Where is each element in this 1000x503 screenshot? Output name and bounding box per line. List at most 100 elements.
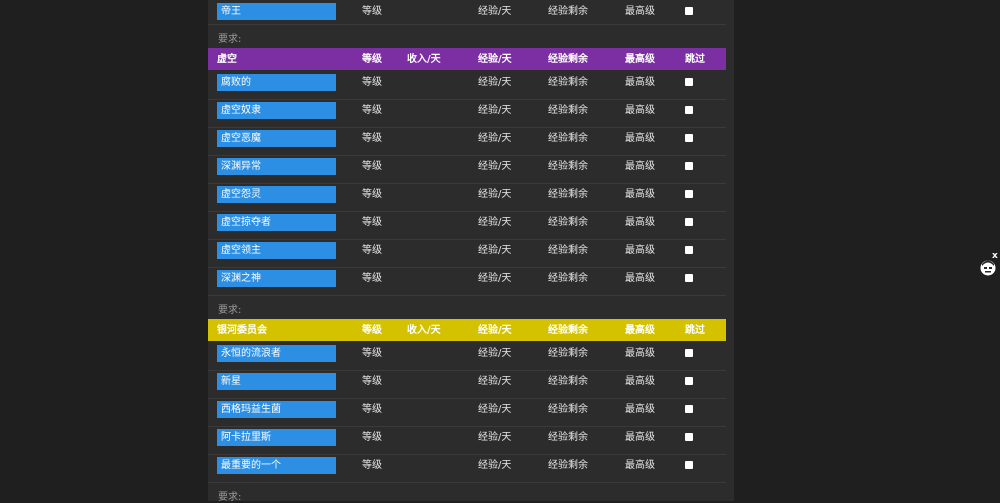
row-name-chip[interactable]: 虚空领主 — [217, 242, 336, 259]
section-header-galactic-council: 银河委员会 等级 收入/天 经验/天 经验剩余 最高级 跳过 — [208, 319, 726, 341]
row-exp-per-day: 经验/天 — [478, 6, 512, 17]
skip-checkbox[interactable] — [685, 405, 693, 413]
row-name-chip[interactable]: 深渊异常 — [217, 158, 336, 175]
row-exp-remaining: 经验剩余 — [548, 376, 588, 387]
table-row: 西格玛益生菌 等级 经验/天 经验剩余 最高级 — [208, 398, 726, 427]
table-row: 深渊异常 等级 经验/天 经验剩余 最高级 — [208, 155, 726, 184]
row-level: 等级 — [362, 133, 382, 144]
row-exp-remaining: 经验剩余 — [548, 189, 588, 200]
row-name-chip[interactable]: 虚空掠夺者 — [217, 214, 336, 231]
skip-checkbox[interactable] — [685, 162, 693, 170]
row-exp-remaining: 经验剩余 — [548, 77, 588, 88]
section-title: 银河委员会 — [217, 325, 267, 336]
row-name-chip[interactable]: 深渊之神 — [217, 270, 336, 287]
row-exp-per-day: 经验/天 — [478, 376, 512, 387]
row-max-level: 最高级 — [625, 105, 655, 116]
row-exp-remaining: 经验剩余 — [548, 6, 588, 17]
row-exp-per-day: 经验/天 — [478, 161, 512, 172]
col-exp-day-header: 经验/天 — [478, 325, 512, 336]
row-exp-per-day: 经验/天 — [478, 105, 512, 116]
skip-checkbox[interactable] — [685, 134, 693, 142]
row-exp-remaining: 经验剩余 — [548, 273, 588, 284]
row-exp-per-day: 经验/天 — [478, 133, 512, 144]
row-level: 等级 — [362, 77, 382, 88]
skip-checkbox[interactable] — [685, 246, 693, 254]
skip-checkbox[interactable] — [685, 190, 693, 198]
skip-checkbox[interactable] — [685, 274, 693, 282]
table-row: 虚空恶魔 等级 经验/天 经验剩余 最高级 — [208, 127, 726, 156]
row-max-level: 最高级 — [625, 161, 655, 172]
row-exp-per-day: 经验/天 — [478, 217, 512, 228]
row-max-level: 最高级 — [625, 245, 655, 256]
row-name-chip[interactable]: 西格玛益生菌 — [217, 401, 336, 418]
table-row: 腐败的 等级 经验/天 经验剩余 最高级 — [208, 71, 726, 100]
row-name-chip[interactable]: 永恒的流浪者 — [217, 345, 336, 362]
row-max-level: 最高级 — [625, 432, 655, 443]
row-exp-per-day: 经验/天 — [478, 432, 512, 443]
row-max-level: 最高级 — [625, 217, 655, 228]
col-exp-remaining-header: 经验剩余 — [548, 325, 588, 336]
skip-checkbox[interactable] — [685, 218, 693, 226]
row-name-chip[interactable]: 虚空恶魔 — [217, 130, 336, 147]
row-exp-per-day: 经验/天 — [478, 245, 512, 256]
col-max-level-header: 最高级 — [625, 325, 655, 336]
col-exp-remaining-header: 经验剩余 — [548, 54, 588, 65]
table-row: 虚空奴隶 等级 经验/天 经验剩余 最高级 — [208, 99, 726, 128]
row-level: 等级 — [362, 376, 382, 387]
table-row: 帝王 等级 经验/天 经验剩余 最高级 — [208, 0, 726, 25]
requirement-label: 要求: — [218, 305, 242, 316]
row-level: 等级 — [362, 432, 382, 443]
col-level-header: 等级 — [362, 54, 382, 65]
row-exp-per-day: 经验/天 — [478, 460, 512, 471]
row-name-chip[interactable]: 虚空怨灵 — [217, 186, 336, 203]
col-skip-header: 跳过 — [685, 325, 705, 336]
row-name-chip[interactable]: 腐败的 — [217, 74, 336, 91]
table-row: 虚空领主 等级 经验/天 经验剩余 最高级 — [208, 239, 726, 268]
row-level: 等级 — [362, 404, 382, 415]
skip-checkbox[interactable] — [685, 377, 693, 385]
col-level-header: 等级 — [362, 325, 382, 336]
requirement-label: 要求: — [218, 34, 242, 45]
table-row: 永恒的流浪者 等级 经验/天 经验剩余 最高级 — [208, 342, 726, 371]
row-name-chip[interactable]: 新星 — [217, 373, 336, 390]
col-max-level-header: 最高级 — [625, 54, 655, 65]
row-exp-remaining: 经验剩余 — [548, 348, 588, 359]
row-max-level: 最高级 — [625, 189, 655, 200]
upgrades-panel: 帝王 等级 经验/天 经验剩余 最高级 要求: 虚空 等级 收入/天 经验/天 … — [208, 0, 734, 503]
table-row: 阿卡拉里斯 等级 经验/天 经验剩余 最高级 — [208, 426, 726, 455]
row-name-chip[interactable]: 最重要的一个 — [217, 457, 336, 474]
row-name-chip[interactable]: 虚空奴隶 — [217, 102, 336, 119]
row-level: 等级 — [362, 217, 382, 228]
skip-checkbox[interactable] — [685, 349, 693, 357]
row-max-level: 最高级 — [625, 77, 655, 88]
skip-checkbox[interactable] — [685, 7, 693, 15]
table-row: 虚空怨灵 等级 经验/天 经验剩余 最高级 — [208, 183, 726, 212]
row-level: 等级 — [362, 348, 382, 359]
row-exp-remaining: 经验剩余 — [548, 161, 588, 172]
row-exp-per-day: 经验/天 — [478, 404, 512, 415]
row-exp-remaining: 经验剩余 — [548, 432, 588, 443]
row-max-level: 最高级 — [625, 404, 655, 415]
skip-checkbox[interactable] — [685, 106, 693, 114]
table-row: 最重要的一个 等级 经验/天 经验剩余 最高级 — [208, 454, 726, 483]
section-title: 虚空 — [217, 54, 237, 65]
skip-checkbox[interactable] — [685, 433, 693, 441]
row-level: 等级 — [362, 460, 382, 471]
skip-checkbox[interactable] — [685, 461, 693, 469]
skip-checkbox[interactable] — [685, 78, 693, 86]
row-exp-remaining: 经验剩余 — [548, 217, 588, 228]
table-row: 深渊之神 等级 经验/天 经验剩余 最高级 — [208, 267, 726, 296]
row-max-level: 最高级 — [625, 273, 655, 284]
section-header-void: 虚空 等级 收入/天 经验/天 经验剩余 最高级 跳过 — [208, 48, 726, 70]
row-level: 等级 — [362, 245, 382, 256]
row-max-level: 最高级 — [625, 460, 655, 471]
row-max-level: 最高级 — [625, 6, 655, 17]
row-name-chip[interactable]: 帝王 — [217, 3, 336, 20]
row-name-chip[interactable]: 阿卡拉里斯 — [217, 429, 336, 446]
row-exp-per-day: 经验/天 — [478, 77, 512, 88]
face-avatar-icon[interactable] — [980, 258, 996, 278]
row-exp-remaining: 经验剩余 — [548, 245, 588, 256]
row-level: 等级 — [362, 273, 382, 284]
col-income-header: 收入/天 — [407, 54, 441, 65]
row-exp-per-day: 经验/天 — [478, 189, 512, 200]
